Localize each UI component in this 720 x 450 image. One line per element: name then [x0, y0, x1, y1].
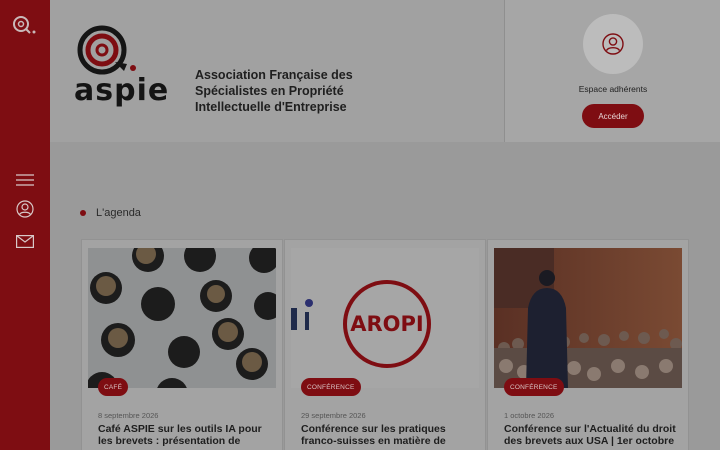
- agenda-section: L'agenda CAFÉ 8 septembre 2026 Café ASPI…: [50, 142, 720, 450]
- member-area: Espace adhérents Accéder: [504, 0, 720, 142]
- conference-audience-image: [494, 248, 682, 388]
- event-card[interactable]: AROPI CONFÉRENCE 29 septembre 2026 Confé…: [284, 239, 486, 450]
- association-name-line: Intellectuelle d'Entreprise: [195, 100, 347, 114]
- user-icon[interactable]: [15, 199, 35, 219]
- association-name: Association Française des Spécialistes e…: [195, 67, 395, 115]
- aropi-logo-image: AROPI: [291, 248, 479, 388]
- category-tag: CAFÉ: [98, 378, 129, 396]
- access-button[interactable]: Accéder: [582, 104, 644, 128]
- user-icon: [602, 33, 624, 55]
- event-date: 1 octobre 2026: [504, 411, 555, 420]
- aspie-wordmark: aspie: [74, 73, 170, 108]
- category-tag: CONFÉRENCE: [301, 378, 361, 396]
- member-avatar[interactable]: [583, 14, 643, 74]
- event-title[interactable]: Café ASPIE sur les outils IA pour les br…: [98, 423, 278, 447]
- agenda-heading: L'agenda: [96, 207, 141, 219]
- event-title[interactable]: Conférence sur les pratiques franco-suis…: [301, 423, 481, 447]
- member-area-title: Espace adhérents: [578, 84, 648, 94]
- event-date: 8 septembre 2026: [98, 411, 159, 420]
- search-icon[interactable]: [11, 14, 39, 36]
- event-title[interactable]: Conférence sur l'Actualité du droit des …: [504, 423, 684, 447]
- mail-icon[interactable]: [15, 231, 35, 251]
- association-name-line: Association Française des: [195, 68, 353, 82]
- association-name-line: Spécialistes en Propriété: [195, 84, 344, 98]
- aspie-logo[interactable]: aspie: [72, 22, 172, 116]
- menu-icon[interactable]: [15, 170, 35, 190]
- event-date: 29 septembre 2026: [301, 411, 366, 420]
- category-tag: CONFÉRENCE: [504, 378, 564, 396]
- agenda-bullet: [80, 210, 86, 216]
- aropi-logo-text: AROPI: [350, 312, 424, 336]
- event-card[interactable]: CONFÉRENCE 1 octobre 2026 Conférence sur…: [487, 239, 689, 450]
- site-header: aspie Association Française des Spéciali…: [50, 0, 720, 142]
- coffee-cups-image: [88, 248, 276, 388]
- left-rail: [0, 0, 50, 450]
- event-card[interactable]: CAFÉ 8 septembre 2026 Café ASPIE sur les…: [81, 239, 283, 450]
